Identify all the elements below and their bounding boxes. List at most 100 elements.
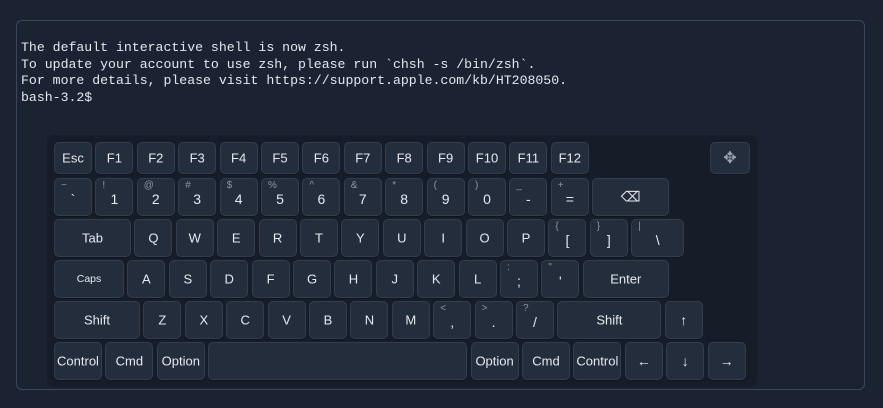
key-option-right[interactable]: Option xyxy=(470,342,519,380)
key-cmd-left[interactable]: Cmd xyxy=(105,342,154,380)
key-option-left[interactable]: Option xyxy=(156,342,205,380)
terminal-line: The default interactive shell is now zsh… xyxy=(21,40,346,55)
key-comma[interactable]: <, xyxy=(433,301,472,339)
key-label: Enter xyxy=(610,271,642,287)
key-shift-label: { xyxy=(555,221,559,232)
key-backslash[interactable]: | \ xyxy=(631,219,685,257)
key-7[interactable]: & 7 xyxy=(343,178,382,216)
key-p[interactable]: P xyxy=(507,219,545,257)
key-n[interactable]: N xyxy=(350,301,389,339)
arrow-left-icon: ← xyxy=(636,353,651,369)
key-f4[interactable]: F4 xyxy=(219,142,258,174)
key-period[interactable]: >. xyxy=(474,301,513,339)
key-label: Z xyxy=(158,312,167,328)
key-c[interactable]: C xyxy=(226,301,265,339)
key-d[interactable]: D xyxy=(210,260,249,298)
key-f9[interactable]: F9 xyxy=(426,142,465,174)
key-l[interactable]: L xyxy=(458,260,497,298)
key-f2[interactable]: F2 xyxy=(136,142,175,174)
key-arrow-right[interactable]: → xyxy=(707,342,746,380)
key-u[interactable]: U xyxy=(382,219,421,257)
key-label: F1 xyxy=(106,150,122,166)
key-a[interactable]: A xyxy=(127,260,166,298)
key-x[interactable]: X xyxy=(184,301,223,339)
move-keyboard-button[interactable]: ✥ xyxy=(710,142,750,174)
key-shift-label: ~ xyxy=(61,180,67,191)
key-label: 2 xyxy=(151,191,160,208)
key-label: R xyxy=(272,230,283,246)
key-f3[interactable]: F3 xyxy=(178,142,217,174)
key-j[interactable]: J xyxy=(375,260,414,298)
key-9[interactable]: (9 xyxy=(426,178,465,216)
key-minus[interactable]: _ - xyxy=(509,178,548,216)
key-0[interactable]: ) 0 xyxy=(468,178,506,216)
key-space[interactable] xyxy=(208,342,468,380)
key-g[interactable]: G xyxy=(293,260,331,298)
key-caps[interactable]: Caps xyxy=(54,260,124,298)
key-f7[interactable]: F7 xyxy=(343,142,382,174)
key-f6[interactable]: F6 xyxy=(302,142,341,174)
key-1[interactable]: ! 1 xyxy=(95,178,134,216)
key-8[interactable]: * 8 xyxy=(385,178,424,216)
key-semicolon[interactable]: :; xyxy=(500,260,538,298)
key-f1[interactable]: F1 xyxy=(95,142,134,174)
key-f[interactable]: F xyxy=(251,260,290,298)
key-rbracket[interactable]: }] xyxy=(589,219,628,257)
key-b[interactable]: B xyxy=(309,301,347,339)
key-label: P xyxy=(521,230,531,246)
key-3[interactable]: #3 xyxy=(178,178,217,216)
key-label: F8 xyxy=(396,150,412,166)
key-arrow-down[interactable]: ↓ xyxy=(666,342,705,380)
terminal-output[interactable]: The default interactive shell is now zsh… xyxy=(21,40,567,107)
key-label: J xyxy=(391,271,399,287)
key-label: A xyxy=(142,271,151,287)
key-shift-right[interactable]: Shift xyxy=(557,301,662,339)
key-5[interactable]: % 5 xyxy=(261,178,299,216)
key-4[interactable]: $4 xyxy=(219,178,258,216)
key-y[interactable]: Y xyxy=(341,219,380,257)
key-r[interactable]: R xyxy=(258,219,297,257)
key-label: Q xyxy=(148,230,159,246)
key-equals[interactable]: + = xyxy=(550,178,589,216)
key-o[interactable]: O xyxy=(465,219,504,257)
key-f11[interactable]: F11 xyxy=(509,142,548,174)
key-tab[interactable]: Tab xyxy=(54,219,131,257)
key-cmd-right[interactable]: Cmd xyxy=(522,342,570,380)
key-label: 4 xyxy=(234,191,243,208)
key-s[interactable]: S xyxy=(168,260,207,298)
key-quote[interactable]: " ' xyxy=(541,260,580,298)
key-e[interactable]: E xyxy=(217,219,256,257)
key-2[interactable]: @2 xyxy=(136,178,175,216)
key-shift-left[interactable]: Shift xyxy=(54,301,140,339)
key-shift-label: ? xyxy=(523,303,529,314)
key-z[interactable]: Z xyxy=(143,301,182,339)
key-6[interactable]: ^ 6 xyxy=(302,178,341,216)
key-label: S xyxy=(183,271,193,287)
key-label: 7 xyxy=(358,191,367,208)
key-f5[interactable]: F5 xyxy=(261,142,299,174)
key-q[interactable]: Q xyxy=(134,219,173,257)
key-m[interactable]: M xyxy=(391,301,430,339)
key-f10[interactable]: F10 xyxy=(468,142,506,174)
key-w[interactable]: W xyxy=(175,219,214,257)
key-k[interactable]: K xyxy=(417,260,456,298)
key-control-left[interactable]: Control xyxy=(54,342,102,380)
key-control-right[interactable]: Control xyxy=(573,342,622,380)
key-arrow-up[interactable]: ↑ xyxy=(664,301,703,339)
key-enter[interactable]: Enter xyxy=(582,260,669,298)
key-esc[interactable]: Esc xyxy=(54,142,92,174)
key-lbracket[interactable]: {[ xyxy=(548,219,587,257)
key-label: Option xyxy=(475,353,514,369)
key-v[interactable]: V xyxy=(267,301,306,339)
key-i[interactable]: I xyxy=(424,219,463,257)
key-f12[interactable]: F12 xyxy=(550,142,589,174)
key-t[interactable]: T xyxy=(300,219,338,257)
key-label: M xyxy=(405,312,417,328)
key-h[interactable]: H xyxy=(334,260,373,298)
key-f8[interactable]: F8 xyxy=(385,142,424,174)
key-backspace[interactable]: ⌫ xyxy=(592,178,670,216)
key-slash[interactable]: ? / xyxy=(516,301,554,339)
key-arrow-left[interactable]: ← xyxy=(624,342,663,380)
key-backtick[interactable]: ~ ` xyxy=(54,178,92,216)
key-label: F7 xyxy=(355,150,371,166)
